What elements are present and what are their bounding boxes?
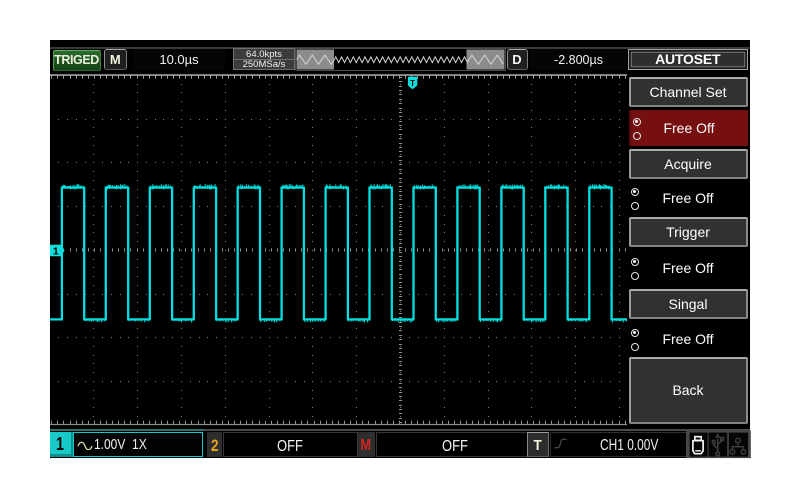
- svg-text:T: T: [410, 79, 415, 88]
- svg-text:1: 1: [53, 245, 59, 257]
